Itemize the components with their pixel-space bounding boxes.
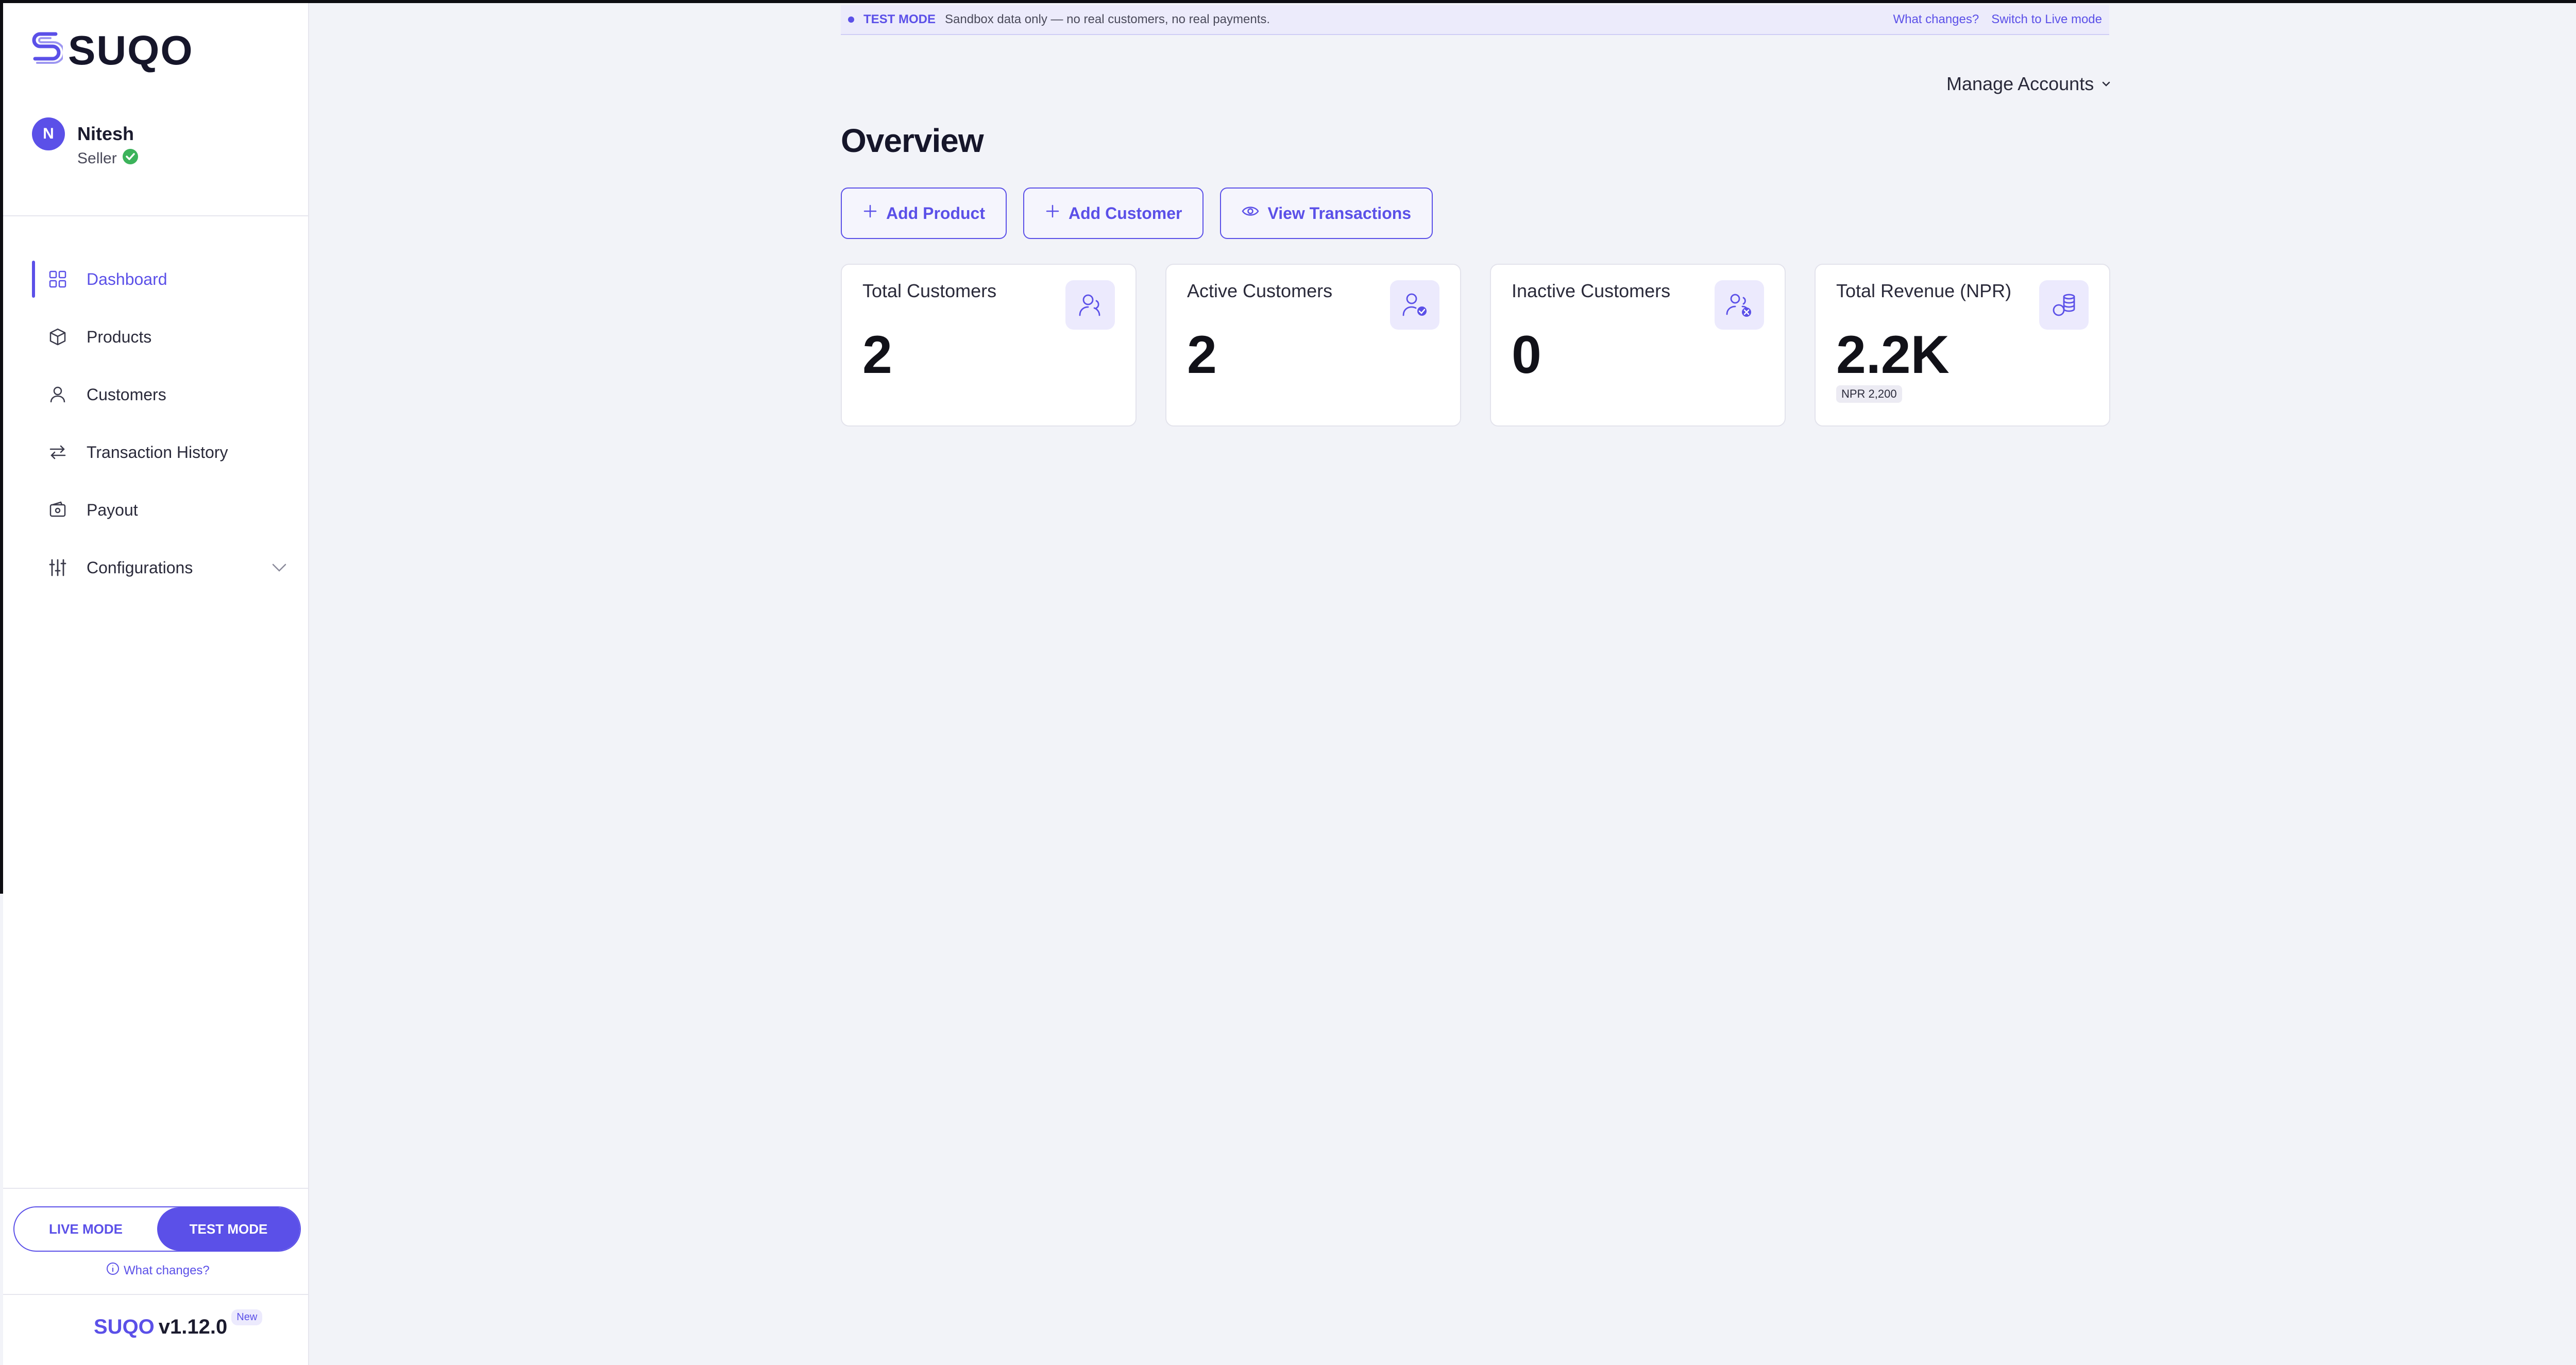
sidebar-item-customers[interactable]: Customers	[32, 376, 290, 413]
sidebar-divider	[3, 215, 308, 216]
user-profile[interactable]: N Nitesh Seller	[32, 117, 139, 169]
sidebar-item-label: Payout	[87, 500, 138, 519]
mode-toggle[interactable]: LIVE MODE TEST MODE	[13, 1206, 301, 1252]
stat-title: Inactive Customers	[1512, 280, 1671, 301]
stat-value: 2.2K	[1836, 325, 1950, 385]
stat-value: 2	[862, 325, 892, 385]
user-name: Nitesh	[77, 123, 134, 144]
sidebar-item-products[interactable]: Products	[32, 318, 290, 355]
add-product-button[interactable]: Add Product	[841, 187, 1007, 239]
version-info: SUQO v1.12.0 New	[94, 1309, 263, 1339]
sidebar: SUQO N Nitesh Seller Dashboard Products …	[3, 3, 309, 1365]
sidebar-item-transaction-history[interactable]: Transaction History	[32, 434, 290, 471]
plus-icon	[862, 203, 878, 223]
what-changes-link[interactable]: What changes?	[106, 1262, 210, 1279]
window-top-edge	[0, 0, 2576, 3]
stat-value: 2	[1187, 325, 1217, 385]
users-icon	[1065, 280, 1115, 330]
view-transactions-button[interactable]: View Transactions	[1220, 187, 1433, 239]
box-icon	[47, 327, 68, 347]
arrows-icon	[47, 442, 68, 463]
test-mode-banner: TEST MODE Sandbox data only — no real cu…	[841, 5, 2109, 35]
sidebar-item-label: Configurations	[87, 558, 193, 577]
eye-icon	[1242, 203, 1259, 223]
version-number: v1.12.0	[158, 1316, 228, 1338]
user-icon	[47, 384, 68, 405]
logo[interactable]: SUQO	[30, 26, 194, 75]
chevron-down-icon[interactable]	[269, 557, 290, 582]
user-x-icon	[1715, 280, 1764, 330]
verified-check-icon	[122, 148, 139, 169]
stat-title: Total Revenue (NPR)	[1836, 280, 2012, 301]
test-mode-button[interactable]: TEST MODE	[157, 1207, 300, 1251]
logo-text: SUQO	[68, 27, 194, 73]
grid-icon	[47, 269, 68, 289]
manage-accounts-dropdown[interactable]: Manage Accounts	[1946, 73, 2112, 95]
stat-value: 0	[1512, 325, 1541, 385]
sidebar-item-payout[interactable]: Payout	[32, 491, 290, 528]
stat-title: Total Customers	[862, 280, 997, 301]
what-changes-label: What changes?	[124, 1263, 210, 1277]
view-transactions-label: View Transactions	[1267, 203, 1412, 223]
banner-tag: TEST MODE	[863, 12, 936, 26]
info-icon	[106, 1262, 120, 1279]
sliders-icon	[47, 557, 68, 578]
stat-title: Active Customers	[1187, 280, 1333, 301]
stat-card-inactive-customers: Inactive Customers 0	[1490, 264, 1786, 426]
stat-card-active-customers: Active Customers 2	[1165, 264, 1461, 426]
action-bar: Add Product Add Customer View Transactio…	[841, 187, 1433, 239]
revenue-exact-badge: NPR 2,200	[1836, 385, 1902, 403]
suqo-logo-icon	[30, 29, 65, 73]
switch-live-mode-link[interactable]: Switch to Live mode	[1991, 12, 2102, 27]
banner-what-changes-link[interactable]: What changes?	[1893, 12, 1979, 27]
wallet-icon	[47, 500, 68, 520]
version-brand: SUQO	[94, 1316, 155, 1338]
sidebar-item-label: Customers	[87, 385, 166, 404]
banner-message: Sandbox data only — no real customers, n…	[945, 12, 1270, 26]
page-title: Overview	[841, 122, 984, 159]
sidebar-footer-divider	[3, 1294, 308, 1295]
stat-card-total-customers: Total Customers 2	[841, 264, 1137, 426]
sidebar-item-label: Dashboard	[87, 269, 167, 288]
user-role: Seller	[77, 150, 117, 167]
sidebar-item-configurations[interactable]: Configurations	[32, 549, 290, 586]
live-mode-button[interactable]: LIVE MODE	[14, 1207, 157, 1251]
new-badge: New	[231, 1309, 263, 1325]
sidebar-bottom-divider	[3, 1188, 308, 1189]
user-check-icon	[1390, 280, 1439, 330]
plus-icon	[1045, 203, 1060, 223]
sidebar-nav: Dashboard Products Customers Transaction…	[32, 261, 290, 607]
add-customer-label: Add Customer	[1068, 203, 1182, 223]
add-customer-button[interactable]: Add Customer	[1023, 187, 1204, 239]
stats-cards: Total Customers 2 Active Customers 2 Ina…	[841, 264, 2110, 426]
sidebar-item-label: Products	[87, 327, 152, 346]
manage-accounts-label: Manage Accounts	[1946, 73, 2094, 94]
avatar: N	[32, 117, 65, 150]
sidebar-item-dashboard[interactable]: Dashboard	[32, 261, 290, 298]
coins-icon	[2039, 280, 2089, 330]
stat-card-total-revenue: Total Revenue (NPR) 2.2K NPR 2,200	[1815, 264, 2110, 426]
chevron-down-icon	[2100, 73, 2112, 95]
sidebar-item-label: Transaction History	[87, 442, 228, 462]
status-dot	[848, 16, 854, 23]
add-product-label: Add Product	[886, 203, 985, 223]
